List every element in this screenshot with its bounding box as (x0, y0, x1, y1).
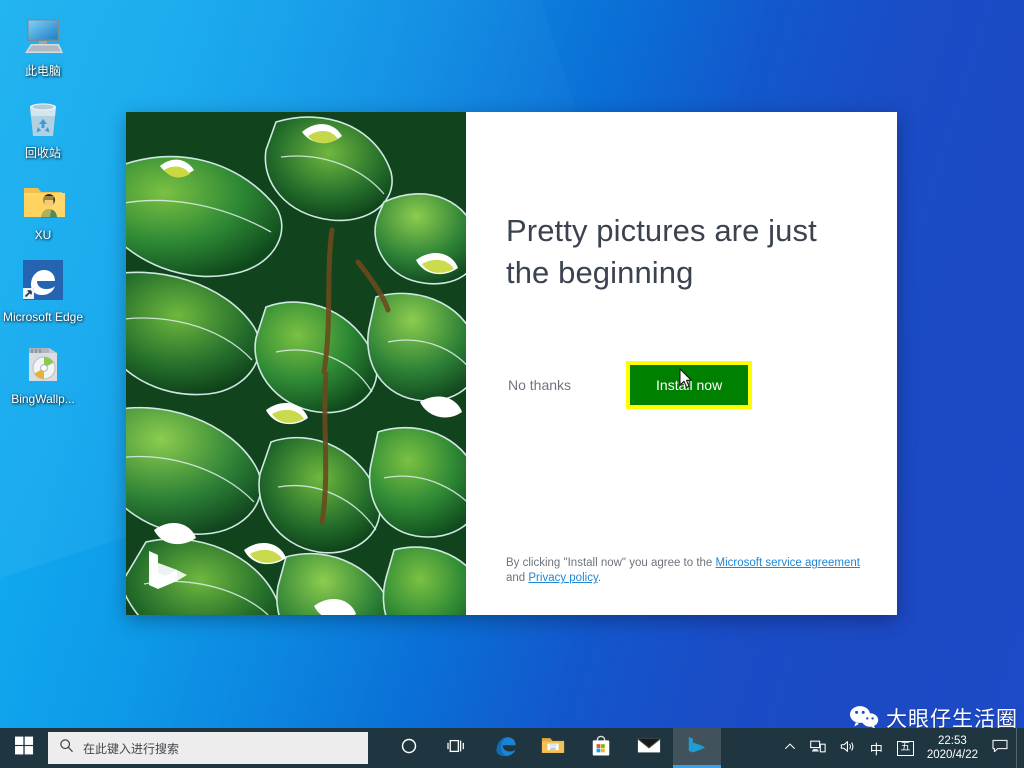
install-button-highlight: Install now (626, 361, 753, 409)
microsoft-service-agreement-link[interactable]: Microsoft service agreement (716, 557, 860, 569)
store-bag-icon (590, 735, 612, 762)
clock-date: 2020/4/22 (926, 749, 978, 761)
desktop-icon-user-folder[interactable]: XU (0, 172, 86, 248)
system-tray: 中 五 22:53 2020/4/22 (777, 728, 1024, 768)
no-thanks-button[interactable]: No thanks (506, 373, 573, 397)
user-folder-icon (19, 176, 67, 224)
network-button[interactable] (803, 728, 833, 768)
show-desktop-button[interactable] (1016, 728, 1024, 768)
computer-icon (19, 12, 67, 60)
dialog-content-panel: Pretty pictures are just the beginning N… (466, 112, 897, 615)
edge-icon (493, 734, 517, 763)
action-center-icon (992, 739, 1008, 758)
recycle-bin-icon (19, 94, 67, 142)
network-icon (809, 739, 826, 757)
folder-icon (541, 735, 565, 761)
desktop-icon-label: 此电脑 (24, 64, 61, 78)
install-now-button[interactable]: Install now (630, 365, 749, 405)
cd-package-icon (19, 340, 67, 388)
ime-mode-button[interactable]: 中 (863, 728, 890, 768)
clock-time: 22:53 (938, 735, 967, 747)
mail-envelope-icon (637, 736, 661, 760)
desktop[interactable]: 此电脑 回收站 XU Microsoft Edge BingWallp... P… (0, 0, 1024, 768)
desktop-icon-label: BingWallp... (11, 392, 75, 406)
volume-button[interactable] (833, 728, 863, 768)
bing-wallpaper-install-dialog[interactable]: Pretty pictures are just the beginning N… (126, 112, 897, 615)
desktop-icon-this-pc[interactable]: 此电脑 (0, 8, 86, 84)
cortana-circle-icon (400, 737, 418, 760)
taskbar[interactable]: 在此键入进行搜索 中 五 22:53 2020/4/22 (0, 728, 1024, 768)
desktop-icon-label: XU (34, 228, 52, 242)
speaker-icon (840, 739, 856, 757)
desktop-icon-recycle-bin[interactable]: 回收站 (0, 90, 86, 166)
taskbar-item-microsoft-store[interactable] (577, 728, 625, 768)
taskbar-item-task-view[interactable] (433, 728, 481, 768)
ime-wubi-icon: 五 (896, 740, 914, 756)
privacy-policy-link[interactable]: Privacy policy (528, 572, 597, 584)
desktop-icon-label: Microsoft Edge (2, 310, 84, 324)
taskbar-item-mail[interactable] (625, 728, 673, 768)
task-view-icon (447, 737, 467, 760)
taskbar-item-file-explorer[interactable] (529, 728, 577, 768)
edge-icon (19, 258, 67, 306)
cta-row: No thanks Install now (506, 361, 897, 409)
taskbar-item-cortana[interactable] (385, 728, 433, 768)
desktop-icon-bing-wallpaper[interactable]: BingWallp... (0, 336, 86, 412)
search-placeholder: 在此键入进行搜索 (83, 741, 180, 756)
start-button[interactable] (0, 728, 48, 768)
action-center-button[interactable] (988, 728, 1012, 768)
clock[interactable]: 22:53 2020/4/22 (921, 728, 988, 768)
legal-prefix: By clicking "Install now" you agree to t… (506, 557, 716, 569)
hero-image (126, 112, 466, 615)
taskbar-app-list (385, 728, 721, 768)
desktop-icon-layer: 此电脑 回收站 XU Microsoft Edge BingWallp... (0, 8, 86, 418)
taskbar-item-microsoft-edge[interactable] (481, 728, 529, 768)
legal-middle: and (506, 572, 529, 584)
bing-b-logo (146, 549, 192, 601)
search-input[interactable]: 在此键入进行搜索 (48, 732, 368, 764)
desktop-icon-microsoft-edge[interactable]: Microsoft Edge (0, 254, 86, 330)
chevron-up-icon (784, 741, 796, 756)
taskbar-item-bing-wallpaper[interactable] (673, 728, 721, 768)
show-hidden-icons-button[interactable] (777, 728, 803, 768)
ime-wubi-button[interactable]: 五 (890, 728, 921, 768)
bing-b-icon (687, 735, 707, 762)
legal-text: By clicking "Install now" you agree to t… (506, 556, 872, 586)
windows-logo-icon (14, 736, 34, 760)
legal-suffix: . (597, 572, 602, 584)
page-title: Pretty pictures are just the beginning (506, 213, 817, 290)
desktop-icon-label: 回收站 (24, 146, 61, 160)
search-icon (59, 738, 74, 758)
